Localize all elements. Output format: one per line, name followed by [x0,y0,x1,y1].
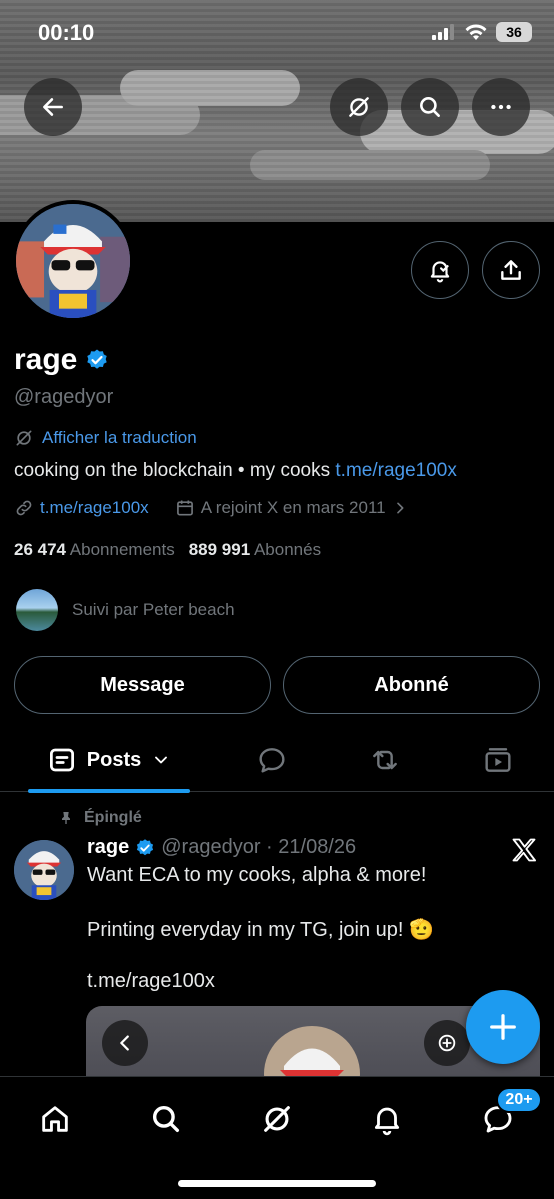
chevron-right-icon[interactable] [392,500,408,516]
post-text-line-1: Want ECA to my cooks, alpha & more! [87,864,427,886]
profile-bio: cooking on the blockchain • my cooks t.m… [14,460,457,482]
share-button[interactable] [482,241,540,299]
website-link[interactable]: t.me/rage100x [40,498,149,518]
post-author-name[interactable]: rage [87,836,129,859]
grok-translate-icon [16,430,32,446]
compose-post-button[interactable] [466,990,540,1064]
status-time: 00:10 [38,20,95,45]
post-author-avatar[interactable] [14,840,74,900]
avatar-image [16,204,130,318]
post-handle-date: @ragedyor · 21/08/26 [161,836,357,858]
nav-home[interactable] [31,1095,79,1143]
follower-avatar [16,589,58,631]
verified-badge-icon[interactable] [85,348,109,372]
home-indicator[interactable] [178,1180,376,1187]
message-button[interactable]: Message [14,656,271,714]
share-icon [501,260,521,280]
profile-meta: t.me/rage100x A rejoint X en mars 2011 [14,498,408,518]
reply-bubble-icon [259,748,285,773]
bell-icon [374,1107,400,1136]
follow-stats: 26 474 Abonnements 889 991 Abonnés [14,540,321,560]
pinned-label: Épinglé [84,809,142,826]
back-button[interactable] [24,78,82,136]
followed-by-row[interactable]: Suivi par Peter beach [16,589,235,631]
followers-stat[interactable]: 889 991 Abonnés [189,540,321,560]
tab-replies[interactable] [240,728,304,792]
calendar-icon [176,500,193,516]
nav-notifications[interactable] [363,1095,411,1143]
post-avatar-image [14,840,74,900]
nav-grok[interactable] [253,1095,301,1143]
profile-name: rage [14,343,78,376]
messages-badge: 20+ [496,1087,542,1113]
posts-icon [49,748,74,772]
following-label: Abonnements [69,540,175,559]
grok-icon [264,1106,290,1132]
followers-label: Abonnés [253,540,322,559]
following-stat[interactable]: 26 474 Abonnements [14,540,175,560]
tab-media[interactable] [466,728,530,792]
battery-indicator: 36 [496,22,532,42]
translate-label: Afficher la traduction [42,428,197,447]
repost-icon [373,750,397,770]
more-button[interactable] [472,78,530,136]
status-icons: 36 [432,22,532,42]
tab-posts[interactable]: Posts [28,728,190,793]
more-icon [491,104,511,110]
link-icon [16,500,32,516]
followed-by-text: Suivi par Peter beach [72,600,235,619]
profile-tabs: Posts [0,728,554,793]
grok-button[interactable] [330,78,388,136]
bell-check-icon [430,261,450,283]
post-header: rage @ragedyor · 21/08/26 [87,836,356,859]
status-bar: 00:10 36 [0,0,554,68]
post-link[interactable]: t.me/rage100x [87,970,215,993]
plus-icon [490,1014,516,1040]
profile-handle: @ragedyor [14,386,114,408]
bio-link[interactable]: t.me/rage100x [335,460,456,481]
profile-avatar[interactable] [12,200,134,322]
chevron-left-icon [120,1035,129,1051]
video-library-icon [485,748,511,772]
media-back-button[interactable] [102,1020,148,1066]
chevron-down-icon [155,756,168,764]
search-icon [152,1105,180,1133]
arrow-left-icon [43,98,63,116]
joined-date: A rejoint X en mars 2011 [200,498,386,517]
translate-bio-link[interactable]: Afficher la traduction [14,428,197,448]
followers-count: 889 991 [188,540,251,559]
following-button[interactable]: Abonné [283,656,540,714]
bio-text: cooking on the blockchain • my cooks [14,460,336,481]
active-tab-indicator [28,789,190,793]
search-button[interactable] [401,78,459,136]
add-circle-icon [438,1034,456,1052]
following-count: 26 474 [14,540,66,559]
x-logo-icon[interactable] [510,836,538,864]
pin-icon [62,812,70,824]
verified-badge-icon [137,838,154,855]
tab-posts-label: Posts [86,748,142,771]
search-icon [420,97,440,117]
grok-icon [349,97,369,117]
nav-search[interactable] [142,1095,190,1143]
profile-name-row: rage [14,343,109,377]
pinned-indicator: Épinglé [58,809,142,827]
post-text-line-2: Printing everyday in my TG, join up! 🫡 [87,919,434,941]
notifications-subscribe-button[interactable] [411,241,469,299]
wifi-icon [465,24,487,40]
signal-icon [432,24,454,40]
media-action-button[interactable] [424,1020,470,1066]
home-icon [42,1106,68,1132]
tab-reposts[interactable] [353,728,417,792]
